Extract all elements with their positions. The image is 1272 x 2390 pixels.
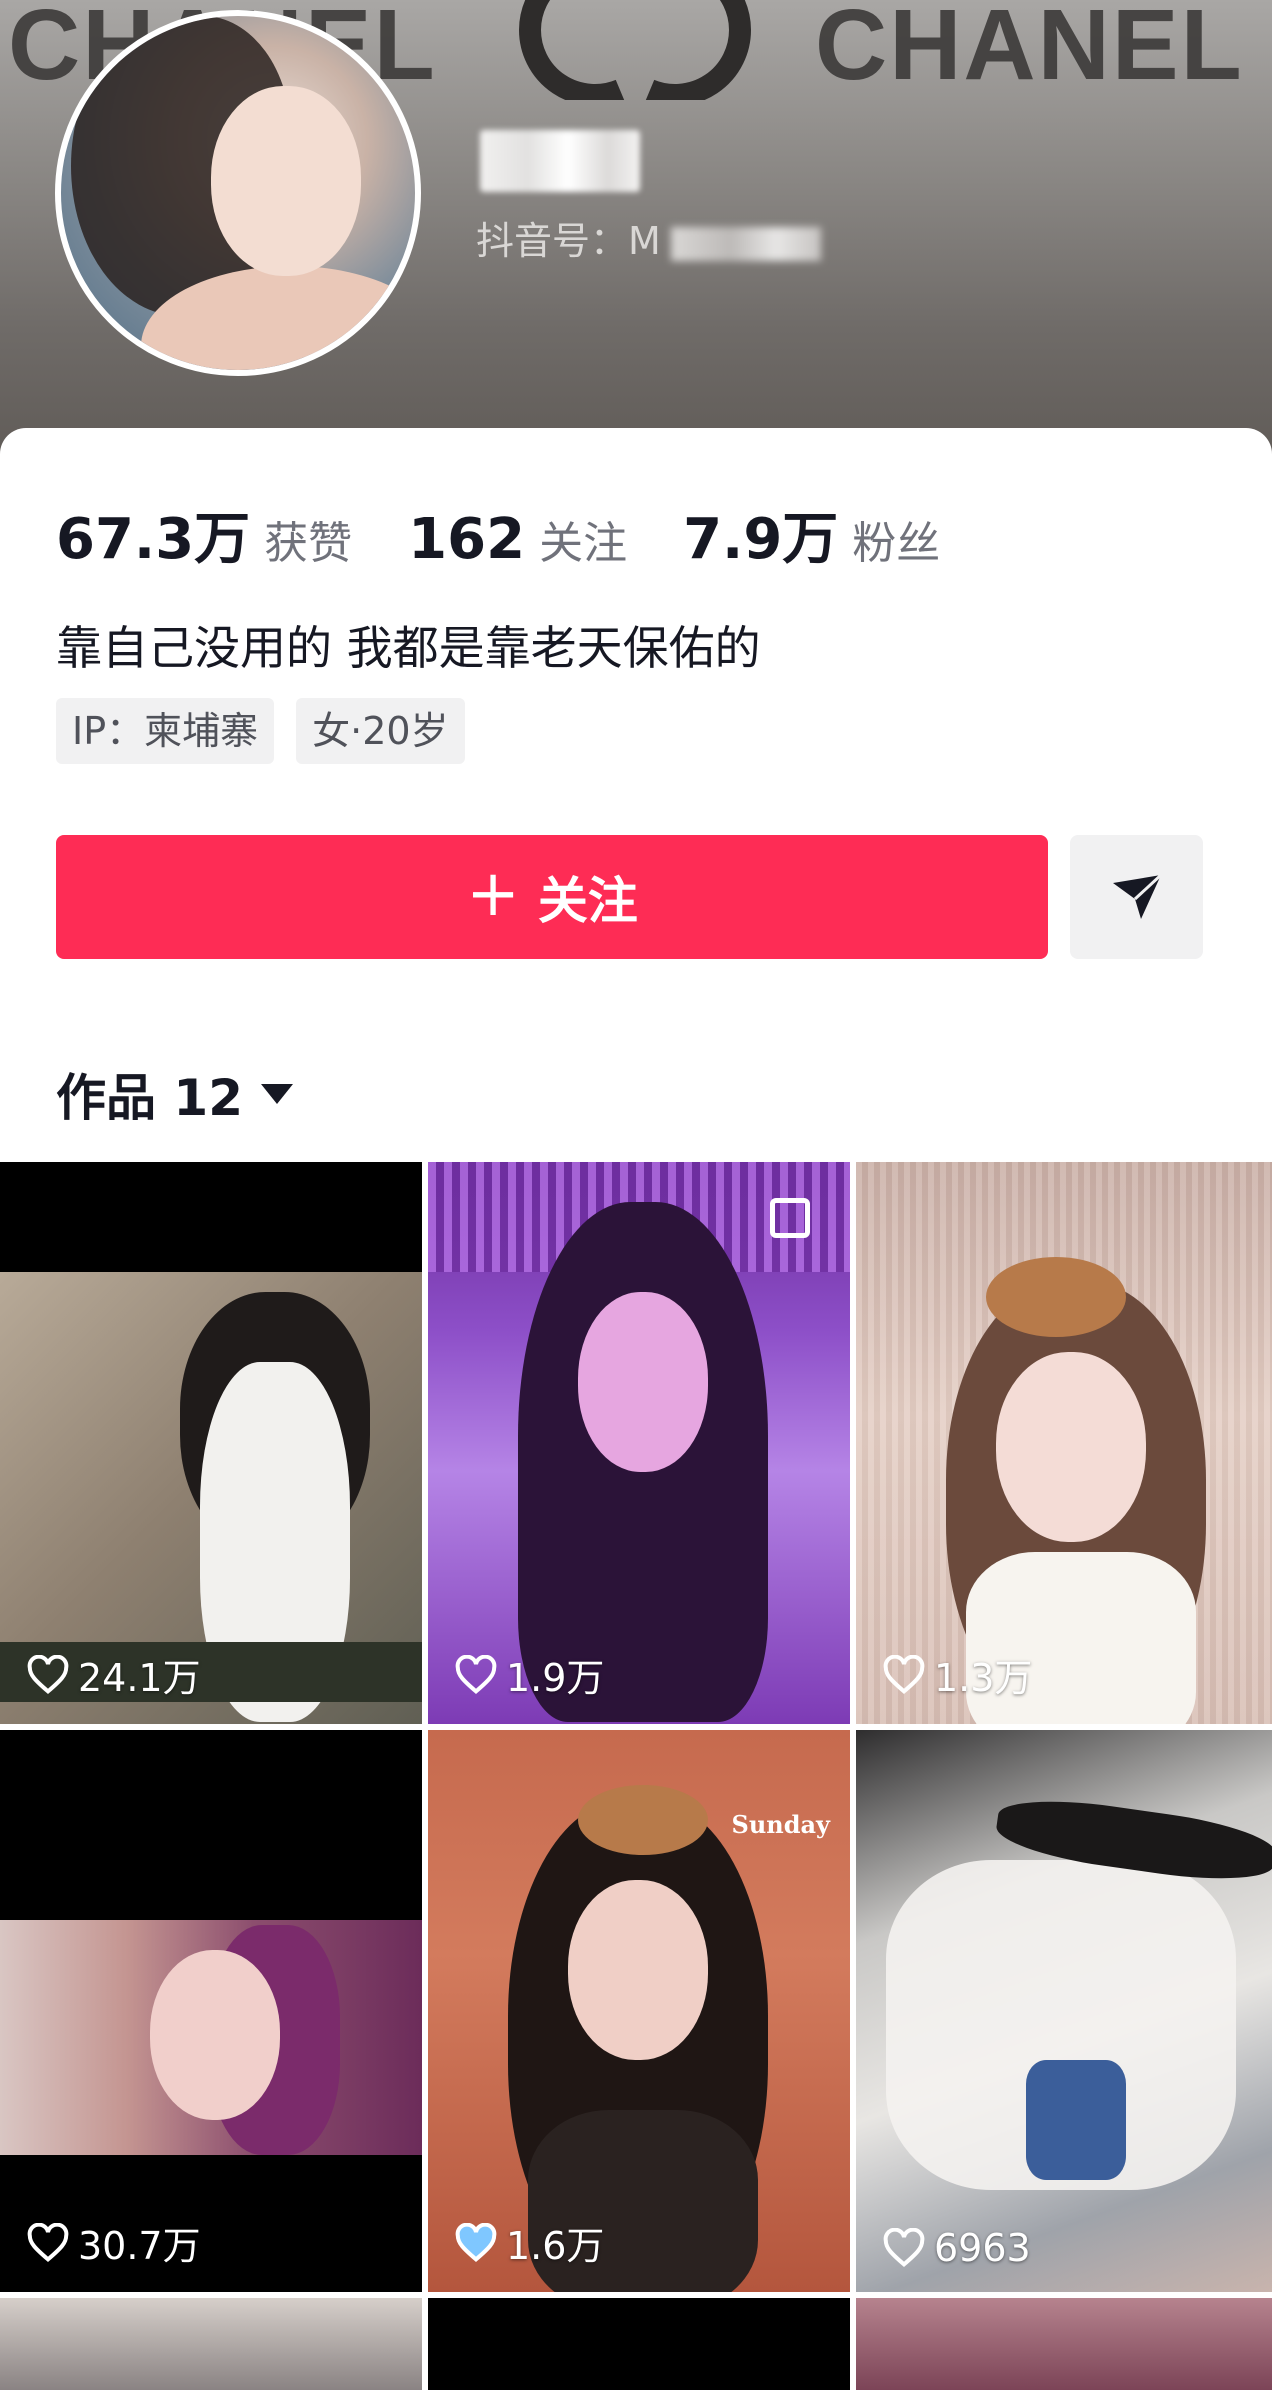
heart-icon	[27, 2222, 69, 2262]
douyin-id: 抖音号：M	[476, 210, 821, 265]
heart-icon	[883, 2228, 925, 2267]
gender-age-tag: 女·20岁	[296, 698, 465, 764]
video-likes: 1.9万	[454, 1647, 604, 1702]
video-likes: 30.7万	[26, 2215, 201, 2270]
video-tile[interactable]	[428, 2298, 850, 2390]
video-likes-count: 1.9万	[506, 1656, 605, 1700]
send-message-button[interactable]	[1070, 835, 1203, 959]
video-likes-count: 1.6万	[506, 2224, 605, 2268]
video-tile[interactable]	[856, 2298, 1272, 2390]
username-masked	[480, 130, 640, 192]
video-likes: 1.3万	[882, 1647, 1032, 1702]
caret-down-icon	[261, 1084, 293, 1104]
stats-row: 67.3万 获赞 162 关注 7.9万 粉丝	[56, 494, 996, 575]
heart-icon	[455, 2222, 497, 2262]
ip-location-tag: IP：柬埔寨	[56, 698, 275, 764]
video-likes-count: 1.3万	[934, 1656, 1033, 1700]
douyin-id-masked	[670, 226, 821, 261]
heart-icon	[883, 1654, 925, 1694]
video-likes-count: 6963	[934, 2226, 1031, 2270]
douyin-id-label: 抖音号：M	[476, 219, 661, 263]
chanel-logo-icon	[519, 0, 751, 100]
profile-card: 67.3万 获赞 162 关注 7.9万 粉丝 靠自己没用的 我都是靠老天保佑的…	[0, 428, 1272, 1168]
works-tab[interactable]: 作品 12	[56, 1058, 293, 1130]
video-tile[interactable]: 24.1万	[0, 1162, 422, 1724]
follow-label: 关注	[537, 872, 638, 930]
works-tab-label: 作品 12	[56, 1069, 243, 1127]
video-tile[interactable]: 1.3万	[856, 1162, 1272, 1724]
sunday-sticker: Sunday	[731, 1810, 830, 1839]
multi-image-icon	[770, 1198, 810, 1238]
profile-tags: IP：柬埔寨 女·20岁	[56, 698, 465, 764]
followers-label[interactable]: 粉丝	[852, 507, 940, 571]
plus-icon: +	[466, 857, 520, 931]
send-arrow-icon	[1112, 873, 1162, 919]
banner-text-right: CHANEL	[815, 0, 1244, 101]
follow-button[interactable]: + 关注	[56, 835, 1048, 959]
video-tile[interactable]	[0, 2298, 422, 2390]
video-tile[interactable]: 6963	[856, 1730, 1272, 2292]
video-likes-count: 24.1万	[78, 1656, 201, 1700]
likes-label: 获赞	[264, 518, 353, 569]
heart-icon	[455, 1654, 497, 1694]
video-likes: 6963	[882, 2226, 1031, 2270]
avatar[interactable]	[55, 10, 421, 376]
following-label[interactable]: 关注	[539, 507, 627, 571]
video-tile[interactable]: 30.7万	[0, 1730, 422, 2292]
video-tile[interactable]: 1.9万	[428, 1162, 850, 1724]
bio-text: 靠自己没用的 我都是靠老天保佑的	[56, 621, 761, 675]
heart-icon	[27, 1654, 69, 1694]
followers-count[interactable]: 7.9万	[683, 494, 838, 575]
likes-count: 67.3万	[56, 507, 251, 572]
video-likes: 1.6万	[454, 2215, 604, 2270]
video-tile[interactable]: Sunday 1.6万	[428, 1730, 850, 2292]
video-likes: 24.1万	[26, 1647, 201, 1702]
following-count[interactable]: 162	[408, 507, 525, 572]
profile-banner: CHANEL CHANEL 抖音号：M	[0, 0, 1272, 470]
video-likes-count: 30.7万	[78, 2224, 201, 2268]
